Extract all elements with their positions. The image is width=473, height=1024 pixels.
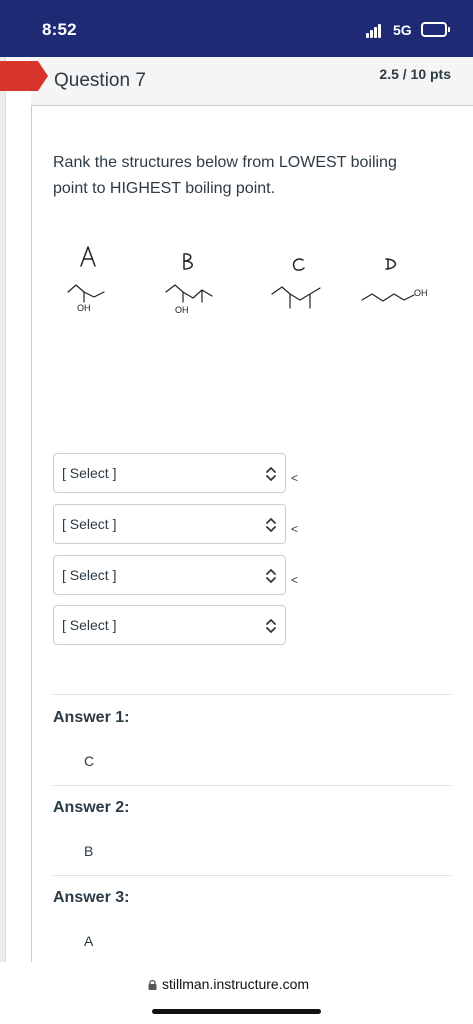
structure-label-d (385, 258, 397, 270)
status-bar: 8:52 5G (0, 0, 473, 57)
answer-2-label: Answer 2: (53, 799, 130, 816)
chevron-updown-icon (266, 467, 276, 481)
chevron-updown-icon (266, 619, 276, 633)
divider (53, 785, 451, 786)
chevron-updown-icon (266, 569, 276, 583)
structure-d (361, 293, 415, 302)
status-time: 8:52 (42, 20, 77, 39)
battery-icon (421, 22, 450, 37)
divider (53, 875, 451, 876)
oh-label-d: OH (414, 288, 428, 298)
less-than-sign: < (291, 522, 299, 536)
network-type: 5G (393, 22, 412, 38)
question-flag-icon (0, 61, 48, 91)
question-prompt: Rank the structures below from LOWEST bo… (53, 154, 397, 197)
lock-icon (148, 979, 157, 990)
structures-image: OH OH OH (67, 246, 428, 315)
rank-select-2-value: [ Select ] (62, 516, 117, 532)
answer-1-label: Answer 1: (53, 709, 130, 726)
oh-label-a: OH (77, 303, 91, 313)
answer-3-label: Answer 3: (53, 889, 130, 906)
answer-2-value: B (84, 843, 94, 859)
structure-c (271, 286, 321, 309)
answer-1-value: C (84, 753, 95, 769)
structure-label-b (183, 253, 193, 270)
rank-select-3[interactable]: [ Select ] (53, 555, 286, 595)
signal-icon (366, 24, 384, 38)
home-indicator[interactable] (152, 1009, 321, 1014)
answer-3-value: A (84, 933, 94, 949)
rank-select-4[interactable]: [ Select ] (53, 605, 286, 645)
chevron-updown-icon (266, 518, 276, 532)
rank-select-2[interactable]: [ Select ] (53, 504, 286, 544)
rank-select-3-value: [ Select ] (62, 567, 117, 583)
url-bar[interactable]: stillman.instructure.com (162, 976, 309, 992)
browser-bottom-bar (0, 962, 473, 1024)
structure-b (165, 284, 213, 303)
oh-label-b: OH (175, 305, 189, 315)
question-title: Question 7 (54, 70, 146, 91)
structure-label-c (292, 258, 305, 271)
divider (53, 694, 451, 695)
less-than-sign: < (291, 573, 299, 587)
structure-label-a (80, 246, 96, 267)
rank-select-1[interactable]: [ Select ] (53, 453, 286, 493)
less-than-sign: < (291, 471, 299, 485)
rank-select-1-value: [ Select ] (62, 465, 117, 481)
rank-select-4-value: [ Select ] (62, 617, 117, 633)
question-points: 2.5 / 10 pts (379, 66, 451, 82)
left-rail (0, 57, 6, 962)
structure-a (67, 284, 105, 303)
